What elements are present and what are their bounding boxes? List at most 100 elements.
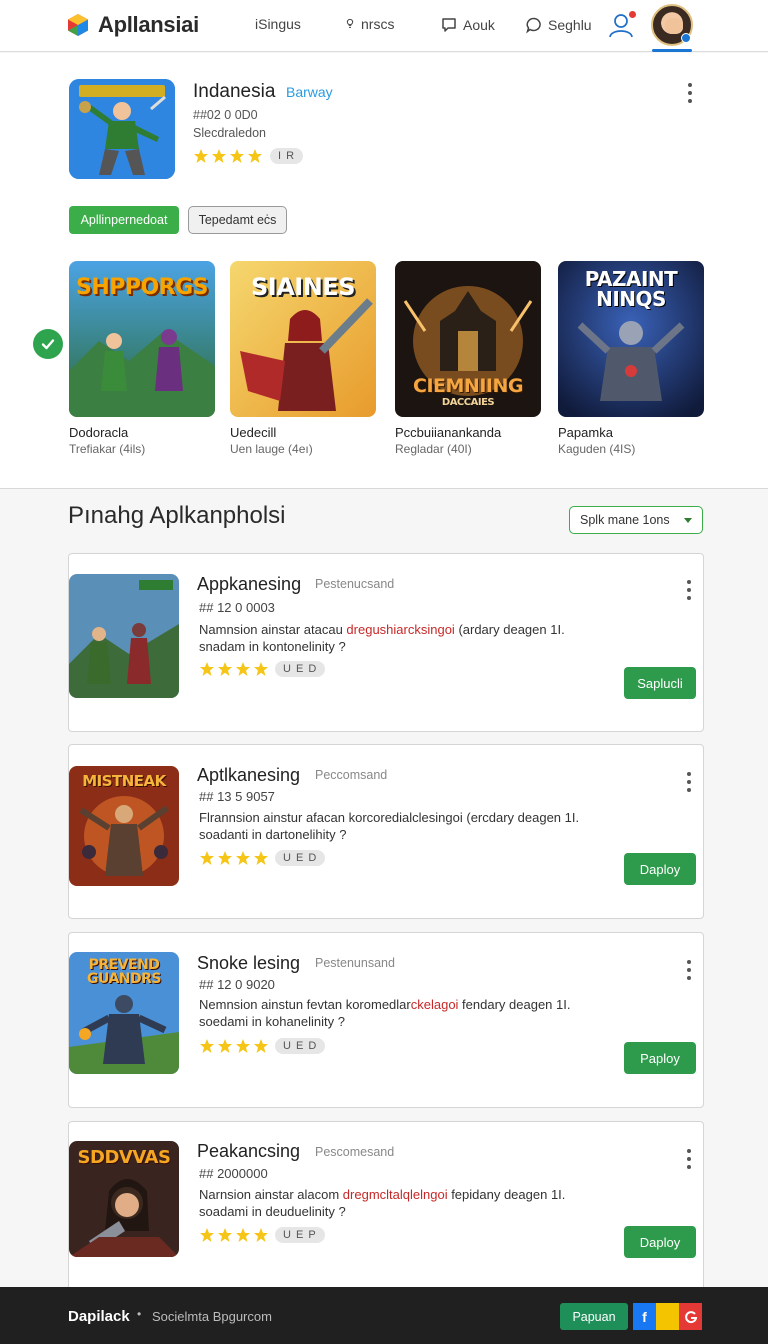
chevron-down-icon [684, 517, 692, 523]
star-icon [236, 851, 250, 865]
featured-app-icon[interactable] [69, 79, 175, 179]
thumbnail-card-1[interactable]: SHPPORGS [69, 261, 215, 417]
thumbnail-subtitle: Trefiakar (4ils) [69, 442, 146, 456]
avatar-face [665, 18, 683, 34]
app-card-title[interactable]: Snoke lesing [197, 953, 300, 974]
nav-item-label: Aouk [463, 17, 495, 33]
description-text: fendary deagen 1I. [458, 997, 571, 1012]
avatar-status-badge [681, 33, 691, 43]
app-card-title[interactable]: Aptlkanesing [197, 765, 300, 786]
more-options-icon[interactable] [687, 83, 693, 103]
app-card-tag: Pestenucsand [315, 577, 395, 591]
description-highlight: ckelagoi [410, 997, 459, 1012]
brand-logo[interactable]: Apllansiai [66, 12, 199, 38]
thumbnail-subtitle: Uen lauge (4eı) [230, 442, 313, 456]
nav-item-3[interactable]: Aouk [440, 16, 495, 34]
app-card-id: ## 12 0 0003 [199, 600, 275, 615]
thumbnail-name[interactable]: Uedecill [230, 425, 276, 440]
thumbnail-subtitle: Kaguden (4IS) [558, 442, 636, 456]
star-icon [218, 662, 232, 676]
star-icon [218, 851, 232, 865]
star-icon [218, 1228, 232, 1242]
star-icon [236, 1228, 250, 1242]
brand-name: Apllansiai [98, 12, 199, 37]
sort-dropdown[interactable]: Splk mane 1ons [569, 506, 703, 534]
nav-item-1[interactable]: iSingus [255, 16, 301, 32]
description-highlight: dregushiarcksingoi [346, 622, 455, 637]
more-options-icon[interactable] [686, 960, 692, 980]
thumbnail-art-subtitle: DACCAIES [441, 397, 495, 408]
app-card-tag: Peccomsand [315, 768, 388, 782]
star-icon [254, 662, 268, 676]
app-card-rating-stars [199, 661, 269, 677]
nav-item-4[interactable]: Seghlu [525, 16, 592, 34]
thumbnail-subtitle: Regladar (40I) [395, 442, 472, 456]
star-icon [200, 1039, 214, 1053]
star-icon [218, 1039, 232, 1053]
lightbulb-icon [346, 18, 354, 28]
notification-dot [628, 10, 637, 19]
app-card[interactable]: SDDVVAS Peakancsing Pescomesand ## 20000… [68, 1121, 704, 1291]
yellow-social-icon[interactable] [656, 1303, 679, 1330]
card-art-title: MISTNEAK [82, 772, 166, 790]
app-card-icon[interactable]: PREVEND GUANDRS [69, 952, 179, 1074]
secondary-action-button[interactable]: Tepedamt eċs [188, 206, 287, 234]
more-options-icon[interactable] [686, 1149, 692, 1169]
thumbnail-art-title: SHPPORGS [75, 275, 209, 300]
card-art-title: SDDVVAS [77, 1147, 171, 1168]
featured-app-panel: Indanesia Barway ##02 0 0D0 Slecdraledon… [0, 53, 768, 489]
more-options-icon[interactable] [686, 772, 692, 792]
status-badge: U E D [275, 661, 326, 677]
app-card[interactable]: MISTNEAK Aptlkanesing Peccomsand ## 13 5… [68, 744, 704, 919]
google-g-icon [684, 1310, 697, 1323]
thumbnail-name[interactable]: Dodoracla [69, 425, 128, 440]
thumbnail-card-2[interactable]: SIAINES [230, 261, 376, 417]
section-title: Pınahg Aplkanpholsi [68, 502, 286, 529]
footer-action-button[interactable]: Papuan [560, 1303, 628, 1330]
more-options-icon[interactable] [686, 580, 692, 600]
google-icon[interactable] [679, 1303, 702, 1330]
app-card-icon[interactable]: SDDVVAS [69, 1141, 179, 1257]
star-icon [230, 149, 244, 163]
deploy-button[interactable]: Saplucli [624, 667, 696, 699]
description-text: soedami in kohanelinity ? [199, 1014, 345, 1029]
thumbnail-card-4[interactable]: PAZAINT NINQS [558, 261, 704, 417]
featured-app-subtitle: Slecdraledon [193, 126, 266, 140]
thumbnail-art-title: CIEMNIING [413, 375, 523, 397]
thumbnail-name[interactable]: Papamka [558, 425, 613, 440]
app-card-rating-stars [199, 1227, 269, 1243]
app-card-description: Narnsion ainstar alacom dregmcltalqlelng… [199, 1186, 639, 1220]
thumbnail-card-3[interactable]: CIEMNIING DACCAIES [395, 261, 541, 417]
nav-item-2[interactable]: nrscs [344, 16, 394, 32]
primary-action-button[interactable]: Apllinpernedoat [69, 206, 179, 234]
app-card[interactable]: Appkanesing Pestenucsand ## 12 0 0003 Na… [68, 553, 704, 732]
chat-bubble-icon [442, 18, 456, 32]
nav-item-label: iSingus [255, 16, 301, 32]
featured-app-tag[interactable]: Barway [286, 84, 333, 100]
app-card-id: ## 2000000 [199, 1166, 268, 1181]
top-navigation-bar: Apllansiai iSingus nrscs Aouk Seghlu [0, 0, 768, 52]
facebook-icon[interactable]: f [633, 1303, 656, 1330]
facebook-icon-label: f [642, 1308, 647, 1325]
deploy-button[interactable]: Daploy [624, 853, 696, 885]
app-card-icon[interactable] [69, 574, 179, 698]
footer-bar: Dapilack • Socielmta Bpgurcom Papuan f [0, 1287, 768, 1344]
deploy-button[interactable]: Paploy [624, 1042, 696, 1074]
app-card-tag: Pestenunsand [315, 956, 395, 970]
app-card-icon[interactable]: MISTNEAK [69, 766, 179, 886]
star-icon [200, 851, 214, 865]
thumbnail-name[interactable]: Pccbuiianankanda [395, 425, 501, 440]
card-art-title: PREVEND GUANDRS [87, 957, 161, 987]
app-card-title[interactable]: Appkanesing [197, 574, 301, 595]
app-card[interactable]: PREVEND GUANDRS Snoke lesing Pestenunsan… [68, 932, 704, 1108]
star-icon [194, 149, 208, 163]
featured-app-id: ##02 0 0D0 [193, 108, 258, 122]
app-card-rating-stars [199, 1038, 269, 1054]
deploy-button[interactable]: Daploy [624, 1226, 696, 1258]
footer-brand[interactable]: Dapilack [68, 1308, 130, 1325]
description-text: soadanti in dartonelihity ? [199, 827, 347, 842]
app-card-description: Flrannsion ainstur afacan korcoredialcle… [199, 809, 639, 843]
sort-dropdown-label: Splk mane 1ons [580, 513, 670, 527]
app-card-title[interactable]: Peakancsing [197, 1141, 300, 1162]
active-tab-indicator [652, 49, 692, 52]
